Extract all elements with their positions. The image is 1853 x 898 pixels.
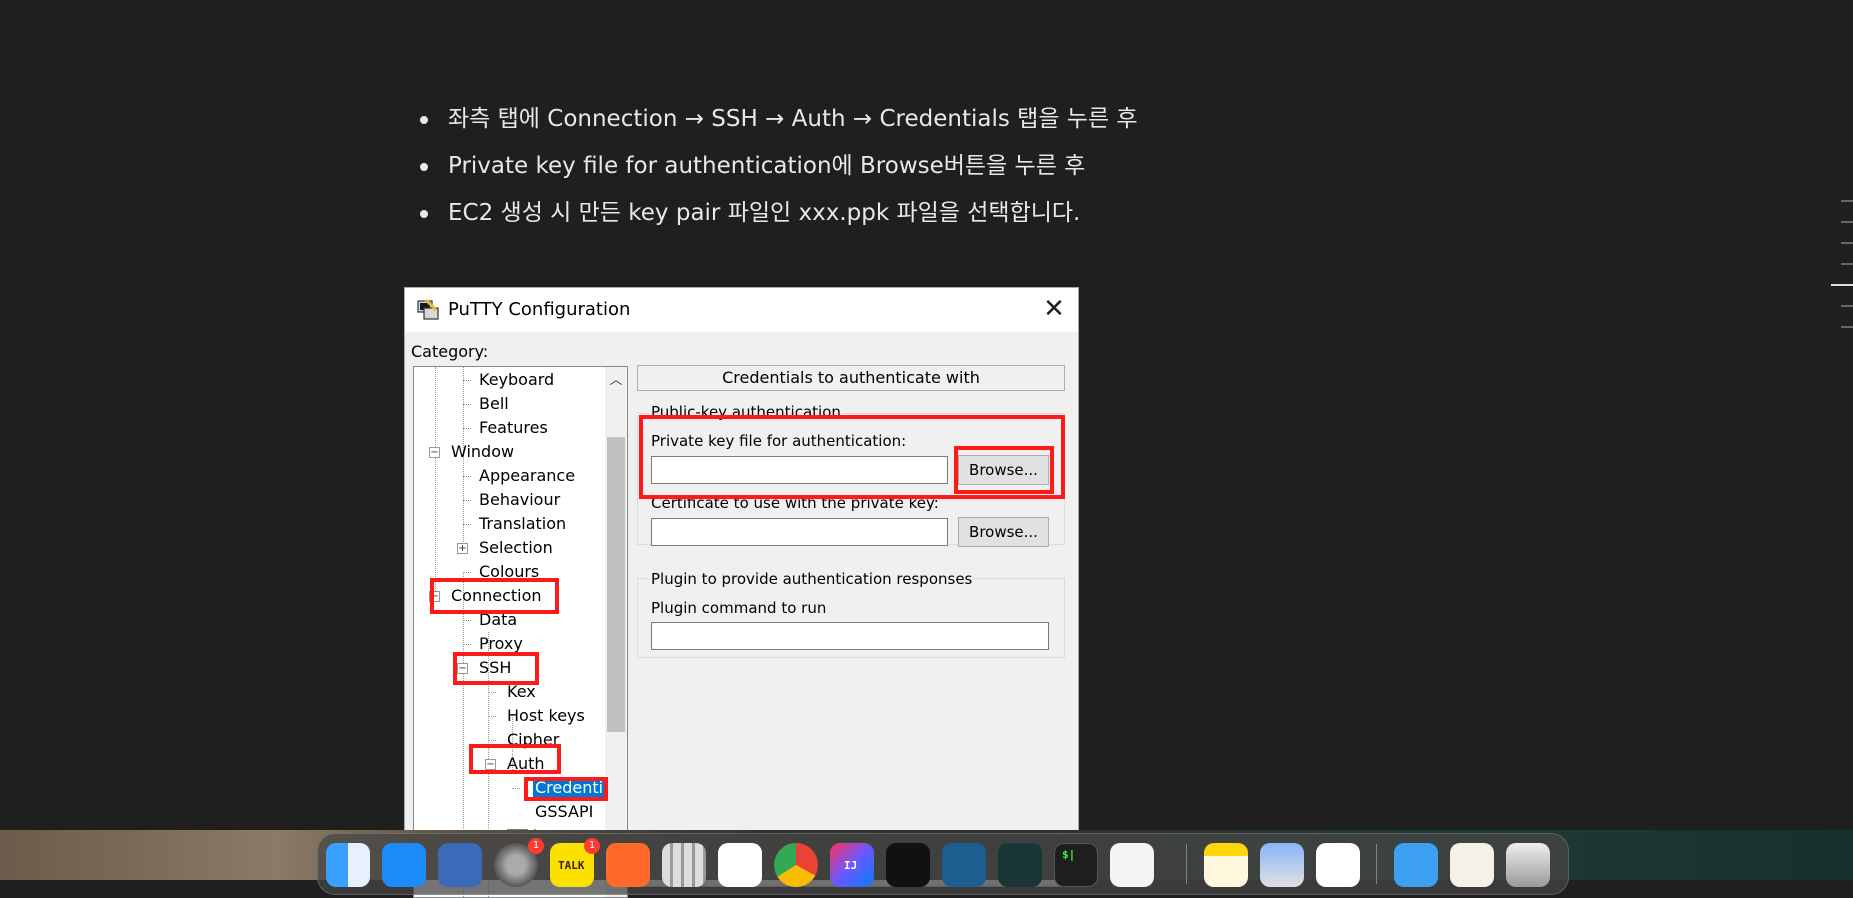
title-bar[interactable]: PuTTY Configuration ✕ [405, 288, 1078, 332]
intellij-label: IJ [844, 859, 858, 872]
terminal-icon[interactable] [1054, 843, 1098, 887]
putty-window: PuTTY Configuration ✕ Category: Keyboard… [404, 287, 1079, 898]
highlight-credentials [524, 777, 608, 801]
finder-icon[interactable] [326, 843, 370, 887]
dock: 1 TALK 1 IJ $| [317, 833, 1569, 895]
tree-item-behaviour[interactable]: Behaviour [479, 490, 560, 509]
instruction-item: EC2 생성 시 만든 key pair 파일인 xxx.ppk 파일을 선택합… [420, 190, 1138, 237]
textedit-icon[interactable] [1110, 843, 1154, 887]
tree-item-proxy[interactable]: Proxy [479, 634, 523, 653]
dock-separator [1376, 844, 1377, 884]
tree-item-gssapi[interactable]: GSSAPI [535, 802, 593, 821]
page-outline-scrollbar[interactable] [1831, 200, 1853, 347]
expand-icon[interactable]: + [457, 543, 468, 554]
instruction-item: 좌측 탭에 Connection → SSH → Auth → Credenti… [420, 96, 1138, 143]
collapse-icon[interactable]: − [429, 447, 440, 458]
instruction-item: Private key file for authentication에 Bro… [420, 143, 1138, 190]
tree-item-selection[interactable]: Selection [479, 538, 553, 557]
category-label: Category: [411, 342, 489, 361]
tree-item-translation[interactable]: Translation [479, 514, 566, 533]
instruction-list: 좌측 탭에 Connection → SSH → Auth → Credenti… [420, 96, 1138, 237]
tree-item-window[interactable]: Window [451, 442, 514, 461]
putty-app-icon [417, 298, 439, 320]
highlight-ssh [453, 652, 539, 685]
tree-item-bell[interactable]: Bell [479, 394, 509, 413]
plugin-group-title: Plugin to provide authentication respons… [649, 570, 975, 588]
close-icon[interactable]: ✕ [1040, 295, 1068, 323]
gitkraken-icon[interactable] [998, 843, 1042, 887]
trash-icon[interactable] [1506, 843, 1550, 887]
notes-icon[interactable] [1204, 843, 1248, 887]
panel-header: Credentials to authenticate with [637, 365, 1065, 391]
kakaotalk-label: TALK [558, 859, 585, 872]
launchpad-icon[interactable] [662, 843, 706, 887]
tree-item-features[interactable]: Features [479, 418, 548, 437]
downloads-folder-icon[interactable] [1394, 843, 1438, 887]
kakaotalk-badge: 1 [584, 838, 600, 854]
highlight-browse [954, 446, 1054, 494]
vscode-icon[interactable] [1316, 843, 1360, 887]
plugin-command-label: Plugin command to run [651, 599, 827, 617]
certificate-file-icon[interactable] [1450, 843, 1494, 887]
mysql-workbench-icon[interactable] [942, 843, 986, 887]
outline-tick[interactable] [1841, 242, 1853, 244]
category-tree[interactable]: Keyboard Bell Features − Window Appearan… [413, 366, 628, 898]
outline-tick[interactable] [1841, 263, 1853, 265]
browse-certificate-button[interactable]: Browse... [958, 517, 1049, 547]
document-icon[interactable] [438, 843, 482, 887]
slack-icon[interactable] [718, 843, 762, 887]
outline-tick-active[interactable] [1831, 284, 1853, 286]
tree-item-appearance[interactable]: Appearance [479, 466, 575, 485]
terminal-label: $| [1062, 848, 1076, 861]
outline-tick[interactable] [1841, 200, 1853, 202]
tree-item-keyboard[interactable]: Keyboard [479, 370, 554, 389]
outline-tick[interactable] [1841, 326, 1853, 328]
preview-icon[interactable] [1260, 843, 1304, 887]
scroll-up-icon[interactable]: ︿ [605, 369, 627, 389]
outline-tick[interactable] [1841, 221, 1853, 223]
certificate-input[interactable] [651, 518, 948, 546]
outline-tick[interactable] [1841, 305, 1853, 307]
settings-badge: 1 [528, 838, 544, 854]
app-store-icon[interactable] [382, 843, 426, 887]
box-app-icon[interactable] [886, 843, 930, 887]
pen-app-icon[interactable] [606, 843, 650, 887]
highlight-connection [430, 578, 559, 614]
dock-separator [1186, 844, 1187, 884]
highlight-auth [469, 744, 561, 774]
scroll-thumb[interactable] [607, 437, 625, 732]
chrome-icon[interactable] [774, 843, 818, 887]
tree-scrollbar[interactable]: ︿ [605, 367, 627, 897]
tree-item-host-keys[interactable]: Host keys [507, 706, 585, 725]
plugin-command-input[interactable] [651, 622, 1049, 650]
window-title: PuTTY Configuration [448, 299, 631, 320]
